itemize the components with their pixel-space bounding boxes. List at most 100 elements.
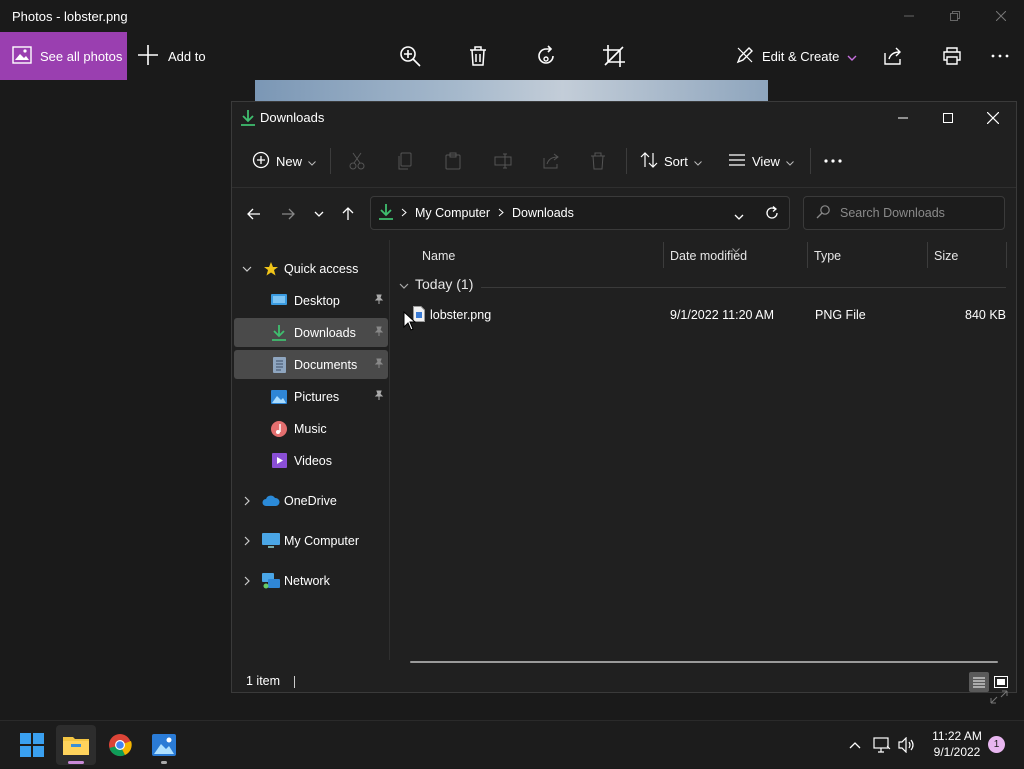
chevron-down-icon[interactable] <box>240 262 254 276</box>
sidebar-item-downloads[interactable]: Downloads <box>234 318 388 347</box>
explorer-title: Downloads <box>260 110 325 125</box>
add-to-button[interactable]: Add to <box>138 32 206 80</box>
sidebar-item-desktop[interactable]: Desktop <box>234 286 388 315</box>
group-header-today[interactable]: Today (1) <box>399 276 473 292</box>
sort-label: Sort <box>664 153 688 169</box>
command-bar: New Sort View <box>232 134 1016 188</box>
column-header-name[interactable]: Name <box>422 240 455 272</box>
chevron-right-icon[interactable] <box>240 574 254 588</box>
system-clock[interactable]: 11:22 AM 9/1/2022 <box>922 728 992 760</box>
paste-icon[interactable] <box>445 146 461 176</box>
explorer-titlebar: Downloads <box>232 102 1016 134</box>
search-box[interactable]: Search Downloads <box>803 196 1005 230</box>
new-button[interactable]: New <box>252 146 316 176</box>
delete-icon[interactable] <box>590 146 606 176</box>
sidebar-item-label: Music <box>294 421 327 436</box>
see-more-icon[interactable] <box>824 146 842 176</box>
sidebar-item-quick-access[interactable]: Quick access <box>234 254 388 283</box>
horizontal-scrollbar[interactable] <box>410 661 998 663</box>
clock-date: 9/1/2022 <box>933 745 981 759</box>
sidebar-item-my-computer[interactable]: My Computer <box>234 526 388 555</box>
column-header-size[interactable]: Size <box>934 240 958 272</box>
documents-icon <box>270 356 288 374</box>
sidebar-item-onedrive[interactable]: OneDrive <box>234 486 388 515</box>
explorer-maximize-button[interactable] <box>925 102 971 134</box>
details-view-icon[interactable] <box>969 672 989 692</box>
sidebar-item-music[interactable]: Music <box>234 414 388 443</box>
photos-close-button[interactable] <box>978 0 1024 32</box>
search-icon <box>816 204 830 222</box>
column-header-type[interactable]: Type <box>814 240 841 272</box>
chevron-right-icon[interactable] <box>240 494 254 508</box>
back-arrow-icon[interactable] <box>240 200 268 228</box>
network-status-icon[interactable] <box>871 721 893 769</box>
sidebar-item-videos[interactable]: Videos <box>234 446 388 475</box>
explorer-close-button[interactable] <box>970 102 1016 134</box>
column-divider[interactable] <box>927 242 928 268</box>
file-name: lobster.png <box>430 308 492 322</box>
breadcrumb-downloads[interactable]: Downloads <box>512 206 574 220</box>
notification-badge[interactable]: 1 <box>988 736 1005 753</box>
mouse-cursor-icon <box>403 310 417 336</box>
view-button[interactable]: View <box>728 146 794 176</box>
sidebar-item-pictures[interactable]: Pictures <box>234 382 388 411</box>
add-to-label: Add to <box>168 48 206 64</box>
crop-icon[interactable] <box>594 32 634 80</box>
chevron-down-icon <box>693 154 702 169</box>
forward-arrow-icon[interactable] <box>274 200 302 228</box>
print-icon[interactable] <box>932 32 972 80</box>
column-header-date-modified[interactable]: Date modified <box>670 240 747 272</box>
group-label: Today (1) <box>415 276 474 292</box>
computer-icon <box>262 532 280 550</box>
volume-icon[interactable] <box>896 721 918 769</box>
column-divider[interactable] <box>807 242 808 268</box>
item-count: 1 item <box>246 674 281 688</box>
see-all-photos-button[interactable]: See all photos <box>0 32 127 80</box>
pin-icon[interactable] <box>373 294 384 308</box>
photos-titlebar: Photos - lobster.png <box>0 0 1024 32</box>
taskbar-file-explorer-icon[interactable] <box>56 725 96 765</box>
show-hidden-icons-chevron-icon[interactable] <box>844 721 866 769</box>
new-label: New <box>276 153 303 169</box>
taskbar-photos-icon[interactable] <box>144 725 184 765</box>
sidebar-item-network[interactable]: Network <box>234 566 388 595</box>
column-divider[interactable] <box>1006 242 1007 268</box>
copy-icon[interactable] <box>398 146 412 176</box>
pin-icon[interactable] <box>373 390 384 404</box>
recent-locations-chevron-icon[interactable] <box>305 200 333 228</box>
download-icon <box>241 110 255 131</box>
pin-icon[interactable] <box>373 326 384 340</box>
cut-icon[interactable] <box>349 146 365 176</box>
zoom-in-icon[interactable] <box>390 32 430 80</box>
pin-icon[interactable] <box>373 358 384 372</box>
taskbar-chrome-icon[interactable] <box>100 725 140 765</box>
edit-create-button[interactable]: Edit & Create <box>736 32 857 80</box>
file-type: PNG File <box>815 308 866 322</box>
more-options-icon[interactable] <box>980 32 1020 80</box>
resize-handle-icon[interactable] <box>990 690 1008 709</box>
share-icon[interactable] <box>542 146 560 176</box>
up-arrow-icon[interactable] <box>334 200 362 228</box>
file-size: 840 KB <box>965 308 1007 322</box>
sort-button[interactable]: Sort <box>640 146 702 176</box>
refresh-icon[interactable] <box>765 206 779 223</box>
explorer-minimize-button[interactable] <box>880 102 926 134</box>
sidebar-item-label: Pictures <box>294 389 340 404</box>
rotate-icon[interactable] <box>526 32 566 80</box>
address-history-chevron-icon[interactable] <box>734 209 744 223</box>
large-icons-view-icon[interactable] <box>991 672 1011 692</box>
desktop-icon <box>270 292 288 310</box>
delete-icon[interactable] <box>458 32 498 80</box>
start-windows-icon[interactable] <box>12 725 52 765</box>
photos-restore-button[interactable] <box>932 0 978 32</box>
address-bar[interactable]: My Computer Downloads <box>370 196 790 230</box>
breadcrumb-my-computer[interactable]: My Computer <box>415 206 490 220</box>
column-divider[interactable] <box>663 242 664 268</box>
chevron-down-icon <box>399 276 409 292</box>
table-row[interactable]: lobster.png 9/1/2022 11:20 AM PNG File 8… <box>391 302 1016 328</box>
share-icon[interactable] <box>873 32 913 80</box>
photos-minimize-button[interactable] <box>886 0 932 32</box>
chevron-right-icon[interactable] <box>240 534 254 548</box>
rename-icon[interactable] <box>494 146 512 176</box>
sidebar-item-documents[interactable]: Documents <box>234 350 388 379</box>
